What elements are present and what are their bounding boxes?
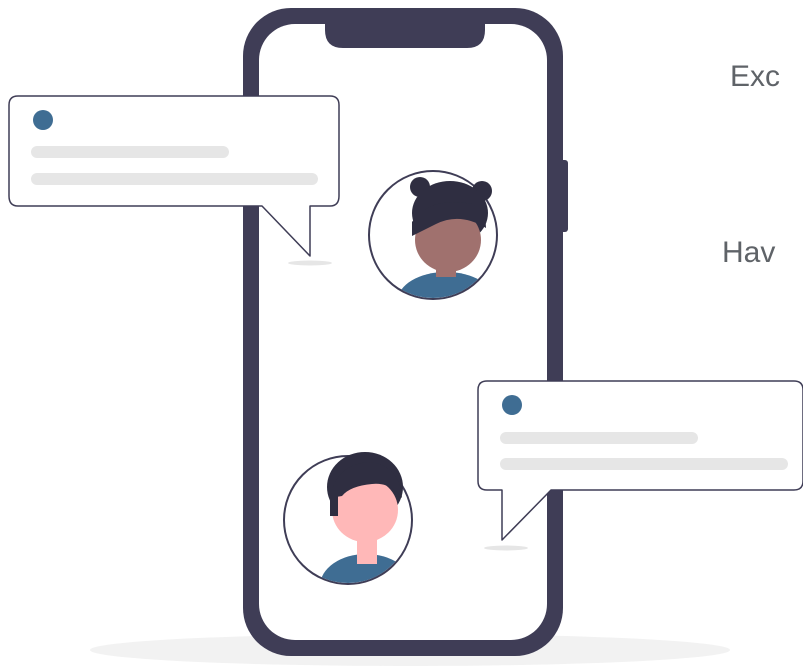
illustration-stage: Exc Hav xyxy=(0,0,803,671)
bubble-left-line-1 xyxy=(31,146,229,158)
side-text-line-1: Exc xyxy=(730,60,781,93)
bubble-right-shadow xyxy=(484,545,528,551)
bubble-left-dot xyxy=(33,110,53,130)
phone-chat-illustration xyxy=(8,8,803,666)
phone-notch xyxy=(325,8,485,48)
bubble-right-line-1 xyxy=(500,432,698,444)
side-text-line-2: Hav xyxy=(722,236,776,269)
bubble-left-line-2 xyxy=(31,173,318,185)
bubble-right-dot xyxy=(502,395,522,415)
bubble-right-line-2 xyxy=(500,458,788,470)
bubble-left-shadow xyxy=(288,260,332,266)
